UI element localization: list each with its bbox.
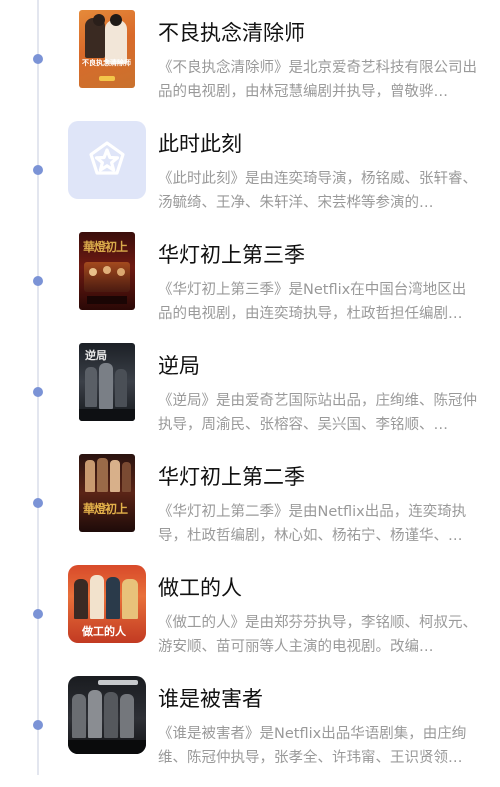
list-item[interactable]: 此时此刻 《此时此刻》是由连奕琦导演，杨铭威、张轩睿、汤毓绮、王净、朱轩洋、宋芸…	[0, 121, 500, 232]
poster-title-text: 做工的人	[82, 625, 126, 638]
list-item[interactable]: 不良执念清除师 不良执念清除师 《不良执念清除师》是北京爱奇艺科技有限公司出品的…	[0, 10, 500, 121]
thumbnail[interactable]	[68, 121, 146, 199]
poster-title-text: 不良执念清除师	[82, 58, 131, 67]
timeline-dot	[33, 54, 43, 64]
item-description: 《谁是被害者》是Netflix出品华语剧集，由庄绚维、陈冠仲执导，张孝全、许玮甯…	[158, 726, 467, 766]
thumbnail-placeholder	[68, 121, 146, 199]
timeline-dot	[33, 498, 43, 508]
item-description: 《做工的人》是由郑芬芬执导，李铭顺、柯叔元、游安顺、苗可丽等人主演的电视剧。改编…	[158, 615, 477, 655]
timeline-dot	[33, 387, 43, 397]
timeline-dot	[33, 720, 43, 730]
thumbnail[interactable]	[68, 676, 146, 754]
poster-title-text: 逆局	[85, 349, 107, 362]
entry-list: 不良执念清除师 不良执念清除师 《不良执念清除师》是北京爱奇艺科技有限公司出品的…	[0, 0, 500, 775]
thumbnail[interactable]: 逆局	[68, 343, 146, 421]
item-description: 《华灯初上第三季》是Netflix在中国台湾地区出品的电视剧，由连奕琦执导，杜政…	[158, 282, 467, 322]
item-description: 《华灯初上第二季》是由Netflix出品，连奕琦执导，杜政哲编剧，林心如、杨祐宁…	[158, 504, 467, 544]
poster-image: 做工的人	[68, 565, 146, 643]
item-title[interactable]: 不良执念清除师	[158, 20, 305, 46]
item-description: 《逆局》是由爱奇艺国际站出品，庄绚维、陈冠仲执导，周渝民、张榕容、吴兴国、李铭顺…	[158, 393, 477, 433]
timeline-dot	[33, 609, 43, 619]
poster-image: 不良执念清除师	[79, 10, 135, 88]
timeline-dot	[33, 276, 43, 286]
item-title[interactable]: 做工的人	[158, 575, 242, 601]
list-item[interactable]: 華燈初上 华灯初上第三季 《华灯初上第三季》是Netflix在中国台湾地区出品的…	[0, 232, 500, 343]
list-item[interactable]: 做工的人 做工的人 《做工的人》是由郑芬芬执导，李铭顺、柯叔元、游安顺、苗可丽等…	[0, 565, 500, 676]
thumbnail[interactable]: 不良执念清除师	[68, 10, 146, 88]
item-description: 《不良执念清除师》是北京爱奇艺科技有限公司出品的电视剧，由林冠慧编剧并执导，曾敬…	[158, 60, 477, 100]
timeline-dot	[33, 165, 43, 175]
item-title[interactable]: 此时此刻	[158, 131, 242, 157]
thumbnail[interactable]: 華燈初上	[68, 232, 146, 310]
poster-image: 華燈初上	[79, 454, 135, 532]
item-description: 《此时此刻》是由连奕琦导演，杨铭威、张轩睿、汤毓绮、王净、朱轩洋、宋芸桦等参演的…	[158, 171, 477, 211]
item-title[interactable]: 华灯初上第三季	[158, 242, 305, 268]
thumbnail[interactable]: 華燈初上	[68, 454, 146, 532]
item-title[interactable]: 谁是被害者	[158, 686, 263, 712]
poster-title-text: 華燈初上	[83, 240, 128, 254]
thumbnail[interactable]: 做工的人	[68, 565, 146, 643]
pentagon-star-placeholder-icon	[89, 141, 125, 175]
poster-image: 逆局	[79, 343, 135, 421]
list-item[interactable]: 華燈初上 华灯初上第二季 《华灯初上第二季》是由Netflix出品，连奕琦执导，…	[0, 454, 500, 565]
item-title[interactable]: 逆局	[158, 353, 200, 379]
poster-image	[68, 676, 146, 754]
list-item[interactable]: 逆局 逆局 《逆局》是由爱奇艺国际站出品，庄绚维、陈冠仲执导，周渝民、张榕容、吴…	[0, 343, 500, 454]
poster-title-text: 華燈初上	[83, 502, 128, 516]
poster-image: 華燈初上	[79, 232, 135, 310]
list-item[interactable]: 谁是被害者 《谁是被害者》是Netflix出品华语剧集，由庄绚维、陈冠仲执导，张…	[0, 676, 500, 787]
item-title[interactable]: 华灯初上第二季	[158, 464, 305, 490]
